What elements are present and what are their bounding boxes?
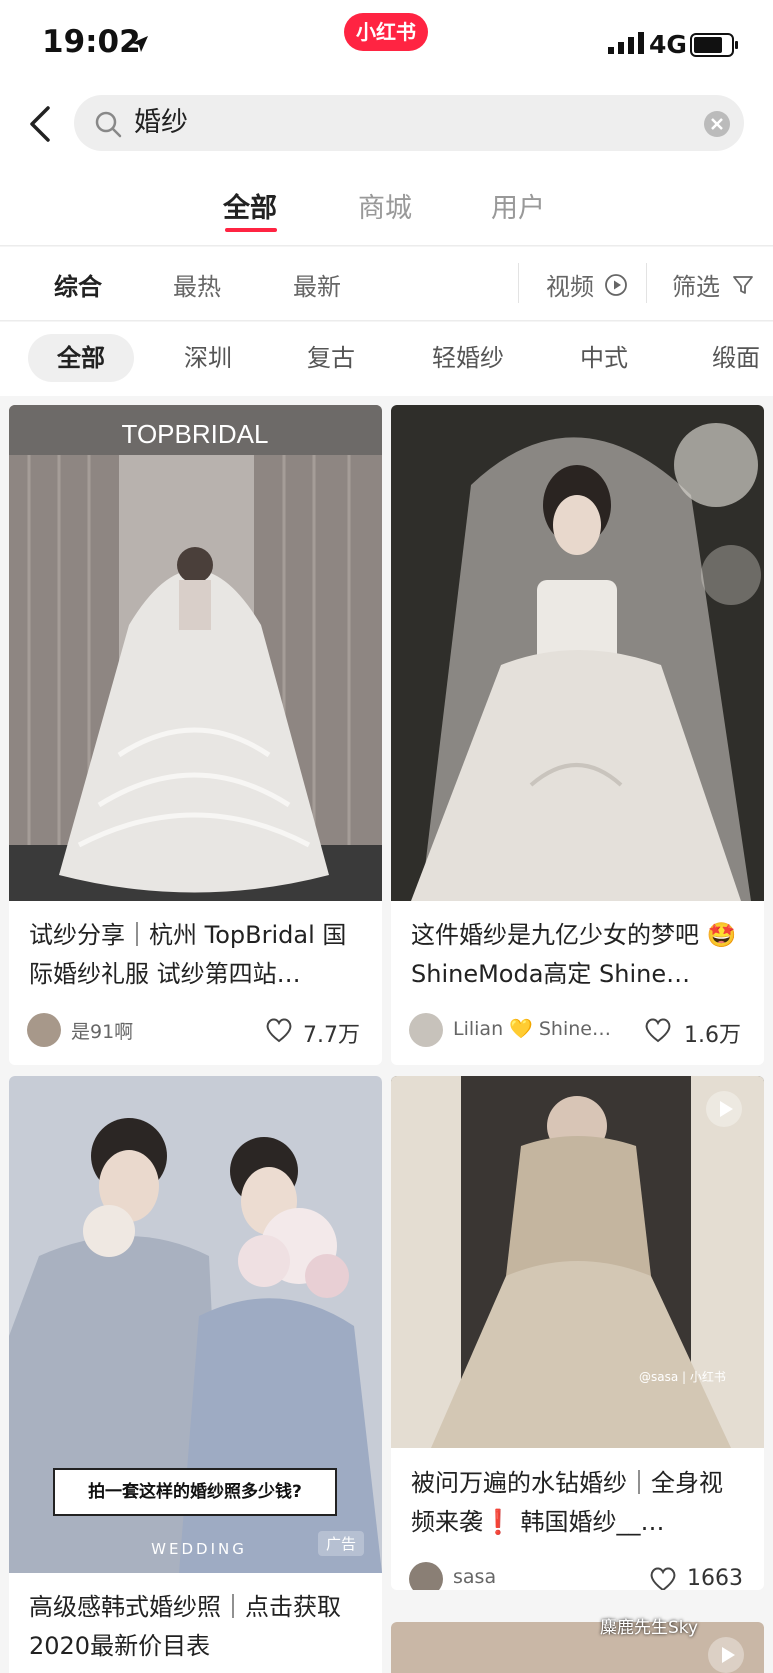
sort-hottest[interactable]: 最热 — [173, 267, 221, 302]
sort-comprehensive[interactable]: 综合 — [54, 267, 102, 302]
note-title: 被问万遍的水钻婚纱｜全身视频来袭❗ 韩国婚纱__… — [411, 1469, 723, 1536]
note-cover-image[interactable]: TOPBRIDAL — [9, 405, 382, 901]
chip-chinese-style[interactable]: 中式 — [566, 334, 642, 382]
heart-icon[interactable] — [644, 1017, 672, 1043]
battery-icon — [690, 33, 738, 57]
note-card[interactable]: @sasa | 小红书 被问万遍的水钻婚纱｜全身视频来袭❗ 韩国婚纱__… sa… — [391, 1076, 764, 1590]
heart-icon[interactable] — [265, 1017, 293, 1043]
tab-users[interactable]: 用户 — [491, 186, 545, 225]
note-title: 试纱分享｜杭州 TopBridal 国际婚纱礼服 试纱第四站… — [29, 921, 347, 988]
brand-watermark: TOPBRIDAL — [122, 419, 269, 449]
avatar[interactable] — [409, 1562, 443, 1590]
author-name[interactable]: sasa — [453, 1566, 496, 1588]
avatar[interactable] — [409, 1013, 443, 1047]
wedding-caption: WEDDING — [151, 1540, 247, 1558]
like-count: 7.7万 — [303, 1023, 360, 1048]
note-cover-image[interactable] — [391, 405, 764, 901]
filter-label[interactable]: 筛选 — [672, 267, 720, 302]
tab-all[interactable]: 全部 — [223, 186, 277, 225]
chip-all[interactable]: 全部 — [28, 334, 134, 382]
chip-shenzhen[interactable]: 深圳 — [170, 334, 246, 382]
video-filter-label[interactable]: 视频 — [546, 267, 594, 302]
network-type: 4G — [649, 30, 687, 59]
note-title: 这件婚纱是九亿少女的梦吧 🤩 ShineModa高定 Shine… — [411, 921, 737, 988]
ad-cover-image[interactable]: 拍一套这样的婚纱照多少钱? WEDDING 广告 — [9, 1076, 382, 1573]
filter-icon[interactable] — [731, 273, 755, 297]
search-query: 婚纱 — [134, 107, 188, 138]
back-arrow-icon[interactable] — [22, 102, 62, 146]
app-logo-badge: 小红书 — [344, 13, 428, 51]
search-icon — [95, 111, 122, 138]
ad-card[interactable]: 拍一套这样的婚纱照多少钱? WEDDING 广告 高级感韩式婚纱照｜点击获取20… — [9, 1076, 382, 1673]
cellular-signal-icon — [608, 32, 644, 54]
search-header: 婚纱 — [0, 88, 773, 164]
note-card[interactable] — [391, 1622, 764, 1673]
status-bar: 19:02 小红书 4G — [0, 0, 773, 88]
sort-newest[interactable]: 最新 — [293, 267, 341, 302]
active-tab-indicator — [225, 228, 277, 232]
image-watermark: @sasa | 小红书 — [639, 1370, 726, 1384]
divider — [646, 263, 647, 303]
chip-light-gown[interactable]: 轻婚纱 — [425, 334, 511, 382]
status-time: 19:02 — [42, 24, 141, 60]
like-count: 1.6万 — [684, 1023, 741, 1048]
note-card[interactable]: 这件婚纱是九亿少女的梦吧 🤩 ShineModa高定 Shine… Lilian… — [391, 405, 764, 1065]
ad-label: 广告 — [317, 1531, 364, 1556]
tab-mall[interactable]: 商城 — [358, 186, 412, 225]
heart-icon[interactable] — [649, 1566, 677, 1590]
footer-watermark: 麋鹿先生Sky — [600, 1618, 699, 1638]
video-play-icon[interactable] — [705, 1090, 743, 1128]
topic-chips: 全部 深圳 复古 轻婚纱 中式 缎面 — [0, 322, 773, 396]
note-card[interactable]: TOPBRIDAL 试纱分享｜杭州 TopBridal 国际婚纱礼服 试纱第四站… — [9, 405, 382, 1065]
video-play-icon[interactable] — [707, 1636, 745, 1673]
author-name[interactable]: 是91啊 — [71, 1017, 133, 1044]
main-tabs: 全部 商城 用户 — [0, 164, 773, 246]
divider — [518, 263, 519, 303]
chip-satin[interactable]: 缎面 — [698, 334, 773, 382]
location-arrow-icon — [132, 36, 148, 52]
avatar[interactable] — [27, 1013, 61, 1047]
ad-overlay-banner: 拍一套这样的婚纱照多少钱? — [53, 1468, 337, 1516]
ad-title: 高级感韩式婚纱照｜点击获取2020最新价目表 — [29, 1593, 341, 1660]
clear-icon[interactable] — [704, 111, 730, 137]
author-name[interactable]: Lilian 💛 Shine… — [453, 1017, 611, 1040]
chip-retro[interactable]: 复古 — [293, 334, 369, 382]
sort-bar: 综合 最热 最新 视频 筛选 — [0, 247, 773, 321]
like-count: 1663 — [687, 1566, 743, 1590]
play-circle-icon[interactable] — [604, 273, 628, 297]
search-input[interactable]: 婚纱 — [74, 95, 744, 151]
note-cover-image[interactable]: @sasa | 小红书 — [391, 1076, 764, 1448]
